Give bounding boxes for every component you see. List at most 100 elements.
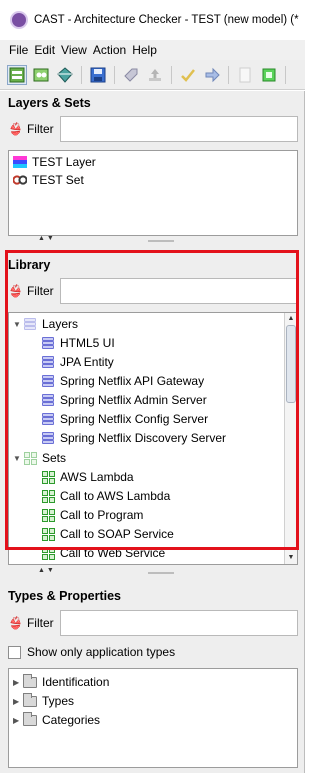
- arrow-icon[interactable]: [202, 65, 222, 85]
- tree-item[interactable]: JPA Entity: [41, 353, 114, 371]
- filter-label: Filter: [26, 616, 54, 630]
- scroll-thumb[interactable]: [286, 325, 296, 403]
- menu-view[interactable]: View: [61, 43, 87, 57]
- layer-icon: [41, 336, 55, 350]
- set-icon: [41, 527, 55, 541]
- set-icon: [41, 508, 55, 522]
- tree-item[interactable]: Call to SOAP Service: [41, 525, 174, 543]
- tree-item[interactable]: Spring Netflix Discovery Server: [41, 429, 226, 447]
- tag-icon[interactable]: [121, 65, 141, 85]
- tree-group-layers[interactable]: ▼ Layers: [13, 315, 78, 333]
- filter-icon: 👙: [8, 284, 23, 298]
- tree-item-label: Call to AWS Lambda: [60, 489, 171, 503]
- tree-group-sets[interactable]: ▼ Sets: [13, 449, 66, 467]
- list-item-label: TEST Layer: [32, 155, 96, 169]
- filter-icon: 👙: [8, 616, 23, 630]
- layer-color-icon: [13, 155, 27, 169]
- toolbar-separator: [114, 65, 115, 84]
- types-properties-heading: Types & Properties: [8, 589, 122, 603]
- library-filter-input[interactable]: [59, 278, 298, 304]
- types-properties-tree[interactable]: ▶ Identification ▶ Types ▶ Categories: [8, 668, 298, 768]
- tree-item[interactable]: Spring Netflix API Gateway: [41, 372, 204, 390]
- tree-item[interactable]: ▶ Identification: [13, 673, 109, 691]
- tree-group-label: Sets: [42, 451, 67, 465]
- folder-icon: [23, 692, 37, 708]
- checkbox-label: Show only application types: [27, 645, 176, 659]
- expand-toggle-icon[interactable]: ▼: [13, 454, 23, 463]
- tree-item-label: Call to Web Service: [60, 546, 166, 560]
- set-icon: [41, 489, 55, 503]
- list-item[interactable]: TEST Set: [13, 171, 84, 189]
- library-scrollbar[interactable]: ▲ ▼: [284, 313, 297, 564]
- library-heading: Library: [8, 258, 51, 272]
- menu-file[interactable]: File: [9, 43, 28, 57]
- window-title: CAST - Architecture Checker - TEST (new …: [34, 14, 299, 26]
- tree-item-label: Categories: [42, 713, 101, 727]
- splitter[interactable]: ▲▼: [8, 567, 298, 580]
- layer-icon: [41, 412, 55, 426]
- types-properties-filter-input[interactable]: [59, 610, 298, 636]
- layer-icon: [41, 431, 55, 445]
- layers-group-icon: [23, 317, 37, 331]
- layer-icon: [41, 355, 55, 369]
- tree-item[interactable]: Call to Program: [41, 506, 143, 524]
- tree-item[interactable]: Call to AWS Lambda: [41, 487, 170, 505]
- expand-toggle-icon[interactable]: ▼: [13, 320, 23, 329]
- menu-edit[interactable]: Edit: [34, 43, 55, 57]
- toolbar-separator: [228, 65, 229, 84]
- toolbar-separator: [285, 65, 286, 84]
- save-icon[interactable]: [88, 65, 108, 85]
- tree-item[interactable]: Spring Netflix Admin Server: [41, 391, 207, 409]
- menu-action[interactable]: Action: [93, 43, 126, 57]
- layers-sets-list[interactable]: TEST Layer TEST Set: [8, 150, 298, 236]
- set-icon: [41, 470, 55, 484]
- tree-item-label: Spring Netflix API Gateway: [60, 374, 205, 388]
- splitter-arrows-icon: ▲▼: [38, 235, 56, 242]
- set-goggles-icon: [13, 173, 27, 187]
- check-icon[interactable]: [178, 65, 198, 85]
- scroll-up-icon[interactable]: ▲: [285, 313, 297, 325]
- add-type-icon[interactable]: [55, 65, 75, 85]
- tree-item[interactable]: Call to Web Service: [41, 544, 165, 562]
- collapse-toggle-icon[interactable]: ▶: [13, 716, 23, 725]
- tree-item-label: Call to Program: [60, 508, 144, 522]
- tree-item-label: Identification: [42, 675, 110, 689]
- tree-group-label: Layers: [42, 317, 79, 331]
- collapse-toggle-icon[interactable]: ▶: [13, 678, 23, 687]
- layers-sets-filter-input[interactable]: [59, 116, 298, 142]
- add-set-icon[interactable]: [31, 65, 51, 85]
- menu-help[interactable]: Help: [132, 43, 157, 57]
- add-layer-icon[interactable]: [7, 64, 27, 85]
- splitter[interactable]: ▲▼: [8, 235, 298, 248]
- filter-label: Filter: [26, 284, 54, 298]
- tree-item-label: AWS Lambda: [60, 470, 134, 484]
- list-item-label: TEST Set: [32, 173, 84, 187]
- tree-item[interactable]: ▶ Categories: [13, 711, 100, 729]
- tree-item[interactable]: AWS Lambda: [41, 468, 134, 486]
- left-panel: Layers & Sets 👙 Filter TEST Layer TEST S…: [0, 91, 305, 773]
- show-only-application-types-checkbox[interactable]: [8, 645, 21, 659]
- folder-icon: [23, 673, 37, 689]
- collapse-toggle-icon[interactable]: ▶: [13, 697, 23, 706]
- tree-item[interactable]: ▶ Types: [13, 692, 74, 710]
- upload-icon[interactable]: [145, 65, 165, 85]
- filter-icon: 👙: [8, 122, 23, 136]
- show-only-application-types[interactable]: Show only application types: [8, 642, 288, 662]
- tree-item-label: HTML5 UI: [60, 336, 115, 350]
- tree-item-label: Spring Netflix Config Server: [60, 412, 209, 426]
- tree-item[interactable]: Spring Netflix Config Server: [41, 410, 208, 428]
- folder-icon: [23, 711, 37, 727]
- green-page-icon[interactable]: [259, 65, 279, 85]
- tree-item[interactable]: HTML5 UI: [41, 334, 115, 352]
- title-bar: CAST - Architecture Checker - TEST (new …: [0, 0, 305, 40]
- scroll-down-icon[interactable]: ▼: [285, 552, 297, 564]
- splitter-arrows-icon: ▲▼: [38, 567, 56, 574]
- tree-item-label: Types: [42, 694, 75, 708]
- splitter-grip: [148, 572, 174, 574]
- set-icon: [41, 546, 55, 560]
- library-tree[interactable]: ▼ Layers HTML5 UI JPA Entity Spring Netf…: [8, 312, 298, 565]
- menu-bar: File Edit View Action Help: [0, 40, 305, 60]
- toolbar-separator: [171, 65, 172, 84]
- blank-page-icon[interactable]: [235, 65, 255, 85]
- list-item[interactable]: TEST Layer: [13, 153, 96, 171]
